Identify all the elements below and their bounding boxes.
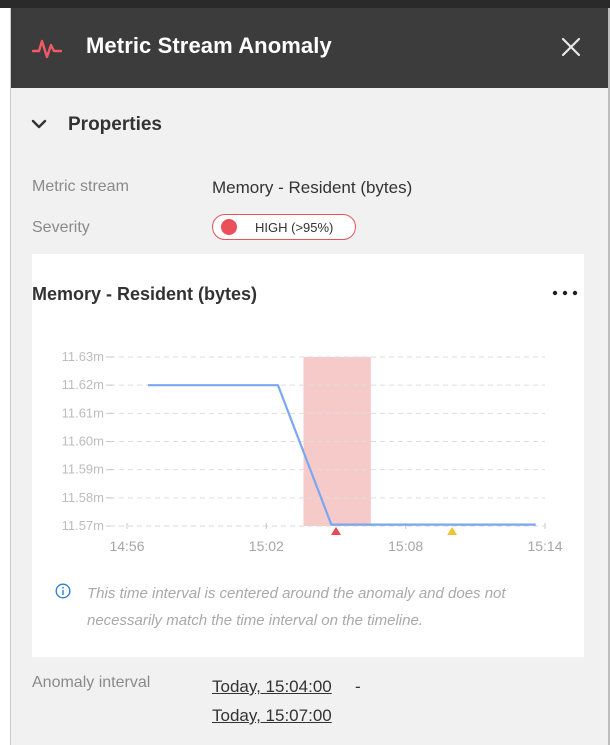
properties-section-label: Properties bbox=[68, 114, 162, 135]
y-tick-label: 11.59m bbox=[62, 462, 104, 477]
anomaly-interval-separator: - bbox=[355, 677, 361, 696]
y-tick-label: 11.63m bbox=[62, 349, 104, 364]
y-tick-label: 11.62m bbox=[62, 377, 104, 392]
anomaly-interval-label: Anomaly interval bbox=[32, 674, 151, 691]
chart-note-text: This time interval is centered around th… bbox=[87, 585, 506, 629]
y-tick-label: 11.61m bbox=[62, 405, 104, 420]
background-pane bbox=[0, 8, 11, 745]
close-icon[interactable] bbox=[560, 36, 582, 58]
x-tick-label: 15:08 bbox=[388, 538, 423, 554]
y-tick-label: 11.60m bbox=[62, 434, 104, 449]
metric-chart: 11.63m 11.62m 11.61m 11.60m 11.59m 11.58m 11.5… bbox=[62, 349, 563, 554]
chart-card: Memory - Resident (bytes) 11.63m 11.62m 11… bbox=[32, 254, 584, 657]
chevron-down-icon bbox=[31, 119, 47, 129]
info-icon bbox=[55, 583, 71, 599]
anomaly-end-link[interactable]: Today, 15:07:00 bbox=[212, 706, 332, 726]
panel-title: Metric Stream Anomaly bbox=[86, 33, 332, 58]
y-tick-label: 11.58m bbox=[62, 490, 104, 505]
x-tick-label: 15:14 bbox=[527, 538, 562, 554]
anomaly-marker bbox=[447, 527, 458, 535]
pulse-icon bbox=[32, 39, 62, 59]
anomaly-start-link[interactable]: Today, 15:04:00 bbox=[212, 677, 332, 697]
metric-stream-label: Metric stream bbox=[32, 178, 129, 195]
severity-badge: HIGH (>95%) bbox=[212, 214, 356, 240]
properties-section-toggle[interactable]: Properties bbox=[11, 110, 608, 142]
severity-value: HIGH (>95%) bbox=[255, 220, 334, 235]
metric-stream-value: Memory - Resident (bytes) bbox=[212, 178, 413, 197]
top-strip bbox=[0, 0, 610, 8]
y-tick-label: 11.57m bbox=[62, 518, 104, 533]
severity-label: Severity bbox=[32, 219, 90, 236]
anomaly-panel: Metric Stream Anomaly Properties Metric … bbox=[11, 8, 608, 745]
anomaly-marker bbox=[331, 527, 341, 535]
x-tick-label: 15:02 bbox=[249, 538, 284, 554]
panel-header: Metric Stream Anomaly bbox=[11, 8, 608, 88]
severity-dot bbox=[221, 219, 237, 235]
x-tick-label: 14:56 bbox=[109, 538, 144, 554]
